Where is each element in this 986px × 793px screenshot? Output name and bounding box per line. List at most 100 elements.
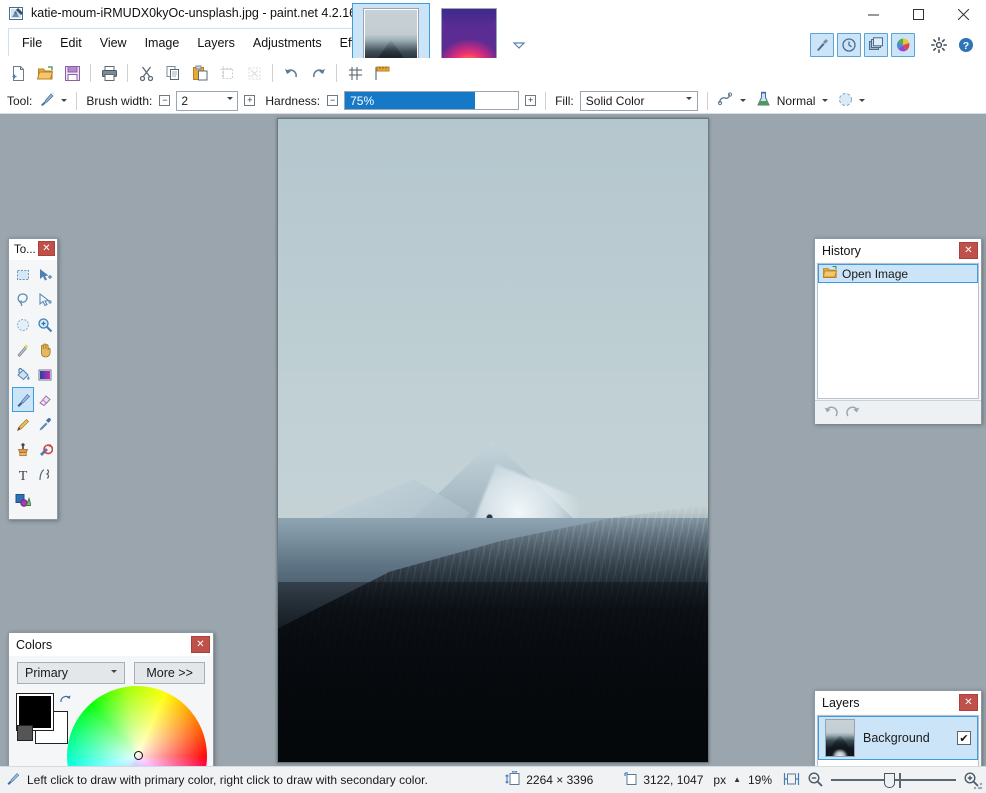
line-curve-tool[interactable] (34, 462, 56, 487)
alpha-blending-caret[interactable] (859, 99, 866, 102)
tool-dropdown-caret[interactable] (61, 99, 68, 102)
paintbrush-icon (6, 771, 22, 789)
gradient-tool[interactable] (34, 362, 56, 387)
text-tool[interactable]: T (12, 462, 34, 487)
paint-bucket-tool[interactable] (12, 362, 34, 387)
tool-grid: T (9, 260, 59, 512)
cut-button[interactable] (133, 60, 159, 86)
paintbrush-tool[interactable] (12, 387, 34, 412)
print-button[interactable] (96, 60, 122, 86)
save-button[interactable] (59, 60, 85, 86)
zoom-slider[interactable] (831, 773, 956, 788)
paste-button[interactable] (187, 60, 213, 86)
paintbrush-icon[interactable] (38, 91, 56, 111)
new-button[interactable] (5, 60, 31, 86)
menu-edit[interactable]: Edit (51, 32, 91, 54)
history-toggle[interactable] (837, 33, 861, 57)
reset-colors-icon[interactable] (17, 725, 33, 741)
tools-toggle[interactable] (810, 33, 834, 57)
antialiasing-icon[interactable] (717, 91, 735, 110)
menu-image[interactable]: Image (136, 32, 189, 54)
image-canvas[interactable] (277, 118, 709, 763)
menu-view[interactable]: View (91, 32, 136, 54)
history-undo-button[interactable] (823, 404, 840, 422)
hardness-value: 75% (350, 94, 375, 108)
zoom-out-icon[interactable] (807, 771, 824, 790)
tools-palette-close-button[interactable]: ✕ (38, 241, 55, 256)
layers-palette-close-button[interactable]: ✕ (959, 694, 978, 711)
brush-width-decrease-button[interactable]: − (159, 95, 171, 106)
menu-adjustments[interactable]: Adjustments (244, 32, 331, 54)
shapes-tool[interactable] (12, 487, 34, 512)
chevron-down-icon[interactable] (510, 38, 528, 52)
maximize-button[interactable] (896, 0, 941, 28)
fill-caret[interactable] (685, 96, 692, 100)
pencil-tool[interactable] (12, 412, 34, 437)
lasso-select-tool[interactable] (12, 287, 34, 312)
menu-file[interactable]: File (13, 32, 51, 54)
tools-palette-header: To... ✕ (9, 239, 57, 260)
history-palette-close-button[interactable]: ✕ (959, 242, 978, 259)
minimize-button[interactable] (851, 0, 896, 28)
ellipse-select-tool[interactable] (12, 312, 34, 337)
alpha-blending-icon[interactable] (837, 91, 854, 111)
more-colors-button[interactable]: More >> (134, 662, 205, 684)
history-redo-button[interactable] (844, 404, 861, 422)
close-button[interactable] (941, 0, 986, 28)
hardness-slider[interactable]: 75% (344, 91, 520, 110)
rulers-button[interactable] (369, 60, 395, 86)
zoom-slider-thumb[interactable] (884, 773, 895, 788)
menu-layers[interactable]: Layers (188, 32, 244, 54)
color-picker-tool[interactable] (34, 412, 56, 437)
cursor-position-group: 3122, 1047 (597, 771, 713, 790)
color-mode-caret[interactable] (111, 670, 118, 673)
color-mode-value: Primary (25, 666, 69, 680)
clone-stamp-tool[interactable] (12, 437, 34, 462)
brush-width-input[interactable]: 2 (176, 90, 239, 111)
zoom-tool[interactable] (34, 312, 56, 337)
colors-toggle[interactable] (891, 33, 915, 57)
hardness-increase-button[interactable]: + (525, 95, 537, 106)
recolor-tool[interactable] (34, 437, 56, 462)
main-toolbar (0, 58, 986, 88)
color-mode-dropdown[interactable]: Primary (17, 662, 126, 684)
layers-toggle[interactable] (864, 33, 888, 57)
redo-button[interactable] (305, 60, 331, 86)
units-caret[interactable]: ▲ (733, 776, 741, 784)
layers-palette-title: Layers (822, 695, 860, 710)
hardness-decrease-button[interactable]: − (327, 95, 339, 106)
brush-width-caret[interactable] (227, 96, 234, 100)
help-button[interactable]: ? (954, 33, 978, 57)
rectangle-select-tool[interactable] (12, 262, 34, 287)
brush-width-increase-button[interactable]: + (244, 95, 256, 106)
deselect-button[interactable] (241, 60, 267, 86)
image-size-icon (505, 770, 522, 790)
move-selection-tool[interactable] (34, 287, 56, 312)
open-button[interactable] (32, 60, 58, 86)
magic-wand-tool[interactable] (12, 337, 34, 362)
swap-colors-icon[interactable] (59, 694, 72, 708)
fill-dropdown[interactable]: Solid Color (579, 90, 698, 111)
blend-mode-caret[interactable] (822, 99, 829, 102)
palette-toggle-group: ? (810, 33, 978, 57)
history-list[interactable]: Open Image (817, 263, 979, 399)
resize-grip[interactable] (973, 780, 983, 790)
antialiasing-caret[interactable] (739, 99, 746, 102)
zoom-level-value: 19% (748, 773, 773, 787)
fit-to-window-icon[interactable] (783, 771, 800, 790)
move-selected-tool[interactable] (34, 262, 56, 287)
settings-button[interactable] (927, 33, 951, 57)
color-wheel-cursor[interactable] (134, 751, 143, 760)
undo-button[interactable] (278, 60, 304, 86)
eraser-tool[interactable] (34, 387, 56, 412)
copy-button[interactable] (160, 60, 186, 86)
blend-mode-flask-icon (755, 91, 772, 111)
pan-tool[interactable] (34, 337, 56, 362)
layer-row-background[interactable]: Background ✔ (818, 716, 978, 760)
history-item-open-image[interactable]: Open Image (818, 264, 978, 283)
layer-visibility-checkbox[interactable]: ✔ (957, 731, 971, 745)
toolbar-separator (272, 64, 273, 82)
crop-button[interactable] (214, 60, 240, 86)
grid-button[interactable] (342, 60, 368, 86)
colors-palette-close-button[interactable]: ✕ (191, 636, 210, 653)
